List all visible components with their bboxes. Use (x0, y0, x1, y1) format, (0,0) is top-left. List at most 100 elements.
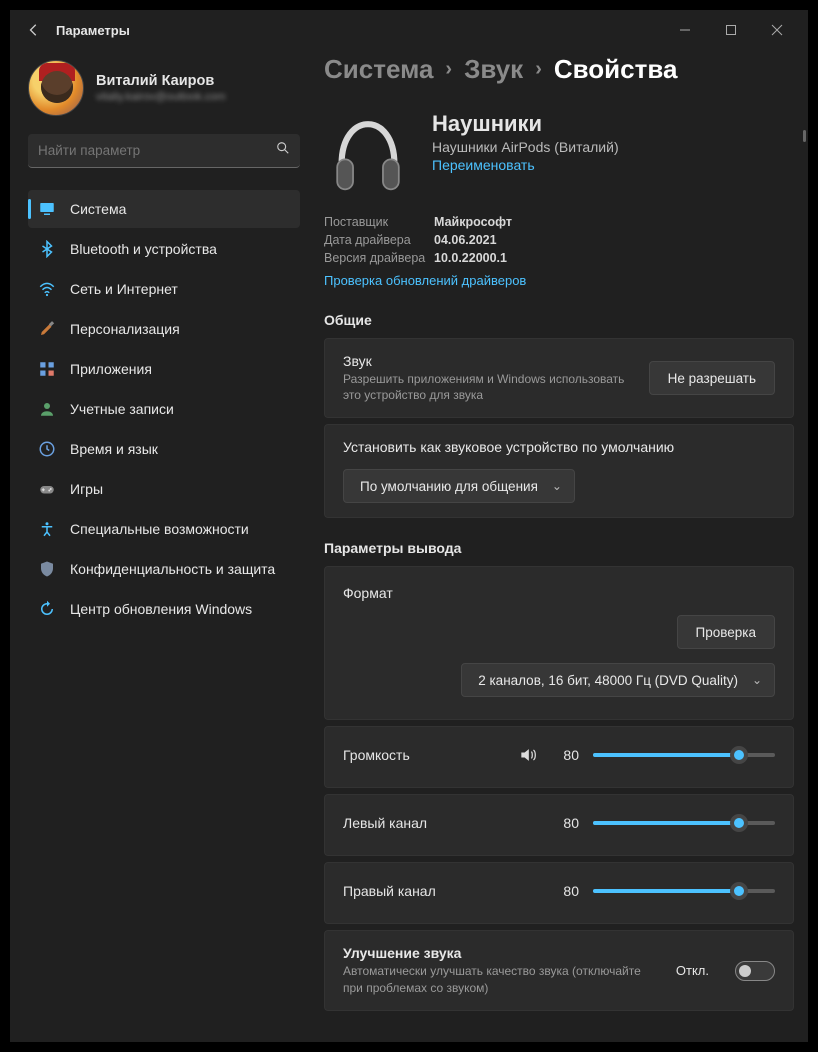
sidebar-item-label: Учетные записи (70, 401, 174, 417)
toggle-label: Откл. (676, 963, 709, 978)
format-selected: 2 каналов, 16 бит, 48000 Гц (DVD Quality… (478, 673, 738, 688)
format-label: Формат (343, 585, 775, 601)
section-output: Параметры вывода (324, 540, 794, 556)
left-slider[interactable] (593, 813, 775, 833)
sidebar-item-label: Bluetooth и устройства (70, 241, 217, 257)
volume-value: 80 (553, 747, 579, 763)
sidebar: Виталий Каиров vitaliy.kairov@outlook.co… (10, 50, 310, 1042)
search-icon (276, 141, 290, 160)
back-button[interactable] (18, 14, 50, 46)
headphones-icon (324, 111, 412, 199)
driver-date-row: Дата драйвера04.06.2021 (324, 233, 794, 247)
deny-button[interactable]: Не разрешать (649, 361, 775, 395)
sidebar-item-label: Игры (70, 481, 103, 497)
main-content: Система › Звук › Свойства Наушники Наушн… (310, 50, 808, 1042)
monitor-icon (38, 200, 56, 218)
right-value: 80 (553, 883, 579, 899)
crumb-system[interactable]: Система (324, 54, 433, 85)
card-default-device: Установить как звуковое устройство по ум… (324, 424, 794, 518)
driver-version-row: Версия драйвера10.0.22000.1 (324, 251, 794, 265)
default-select[interactable]: По умолчанию для общения ⌄ (343, 469, 575, 503)
default-selected: По умолчанию для общения (360, 479, 538, 494)
sound-sub: Разрешить приложениям и Windows использо… (343, 371, 633, 403)
sidebar-item-gamepad[interactable]: Игры (28, 470, 300, 508)
settings-window: Параметры Виталий Каиров vitaliy.kairov@… (10, 10, 808, 1042)
sidebar-item-bluetooth[interactable]: Bluetooth и устройства (28, 230, 300, 268)
chevron-right-icon: › (535, 58, 542, 81)
volume-slider[interactable] (593, 745, 775, 765)
card-left-channel: Левый канал 80 (324, 794, 794, 856)
sidebar-item-clock[interactable]: Время и язык (28, 430, 300, 468)
titlebar: Параметры (10, 10, 808, 50)
wifi-icon (38, 280, 56, 298)
shield-icon (38, 560, 56, 578)
sidebar-item-shield[interactable]: Конфиденциальность и защита (28, 550, 300, 588)
user-email: vitaliy.kairov@outlook.com (96, 91, 226, 103)
format-select[interactable]: 2 каналов, 16 бит, 48000 Гц (DVD Quality… (461, 663, 775, 697)
sidebar-item-person[interactable]: Учетные записи (28, 390, 300, 428)
left-value: 80 (553, 815, 579, 831)
minimize-button[interactable] (662, 14, 708, 46)
card-sound-permission: Звук Разрешить приложениям и Windows исп… (324, 338, 794, 418)
right-slider[interactable] (593, 881, 775, 901)
search-input[interactable] (38, 143, 276, 158)
sidebar-item-monitor[interactable]: Система (28, 190, 300, 228)
right-label: Правый канал (343, 883, 503, 899)
card-format: Формат Проверка 2 каналов, 16 бит, 48000… (324, 566, 794, 720)
close-button[interactable] (754, 14, 800, 46)
sidebar-item-label: Приложения (70, 361, 152, 377)
enhance-title: Улучшение звука (343, 945, 660, 961)
sidebar-item-label: Время и язык (70, 441, 158, 457)
chevron-down-icon: ⌄ (752, 673, 762, 687)
sidebar-item-wifi[interactable]: Сеть и Интернет (28, 270, 300, 308)
accessibility-icon (38, 520, 56, 538)
crumb-sound[interactable]: Звук (464, 54, 523, 85)
search-box[interactable] (28, 134, 300, 168)
card-enhance: Улучшение звука Автоматически улучшать к… (324, 930, 794, 1010)
card-volume: Громкость 80 (324, 726, 794, 788)
sidebar-item-label: Система (70, 201, 126, 217)
gamepad-icon (38, 480, 56, 498)
avatar (28, 60, 84, 116)
sidebar-item-label: Сеть и Интернет (70, 281, 178, 297)
sidebar-item-label: Конфиденциальность и защита (70, 561, 275, 577)
sidebar-item-update[interactable]: Центр обновления Windows (28, 590, 300, 628)
sidebar-item-brush[interactable]: Персонализация (28, 310, 300, 348)
scrollbar[interactable] (803, 130, 806, 142)
sidebar-item-apps[interactable]: Приложения (28, 350, 300, 388)
bluetooth-icon (38, 240, 56, 258)
window-title: Параметры (56, 23, 130, 38)
sidebar-item-label: Специальные возможности (70, 521, 249, 537)
enhance-sub: Автоматически улучшать качество звука (о… (343, 963, 660, 995)
provider-row: ПоставщикМайкрософт (324, 215, 794, 229)
clock-icon (38, 440, 56, 458)
default-title: Установить как звуковое устройство по ум… (343, 439, 775, 455)
apps-icon (38, 360, 56, 378)
section-general: Общие (324, 312, 794, 328)
user-name: Виталий Каиров (96, 73, 226, 89)
check-driver-updates-link[interactable]: Проверка обновлений драйверов (324, 273, 526, 288)
rename-link[interactable]: Переименовать (432, 157, 619, 173)
volume-label: Громкость (343, 747, 503, 763)
user-block[interactable]: Виталий Каиров vitaliy.kairov@outlook.co… (28, 50, 300, 134)
person-icon (38, 400, 56, 418)
brush-icon (38, 320, 56, 338)
chevron-right-icon: › (445, 58, 452, 81)
sidebar-item-accessibility[interactable]: Специальные возможности (28, 510, 300, 548)
breadcrumb: Система › Звук › Свойства (324, 54, 794, 85)
test-button[interactable]: Проверка (677, 615, 775, 649)
sidebar-item-label: Персонализация (70, 321, 180, 337)
sidebar-item-label: Центр обновления Windows (70, 601, 252, 617)
crumb-current: Свойства (554, 54, 678, 85)
device-header: Наушники Наушники AirPods (Виталий) Пере… (324, 111, 794, 199)
sound-title: Звук (343, 353, 633, 369)
nav-list: Система Bluetooth и устройства Сеть и Инте… (28, 190, 300, 628)
maximize-button[interactable] (708, 14, 754, 46)
card-right-channel: Правый канал 80 (324, 862, 794, 924)
chevron-down-icon: ⌄ (552, 479, 562, 493)
device-title: Наушники (432, 111, 619, 137)
device-subtitle: Наушники AirPods (Виталий) (432, 139, 619, 155)
left-label: Левый канал (343, 815, 503, 831)
enhance-toggle[interactable] (735, 961, 775, 981)
speaker-icon[interactable] (517, 745, 539, 765)
